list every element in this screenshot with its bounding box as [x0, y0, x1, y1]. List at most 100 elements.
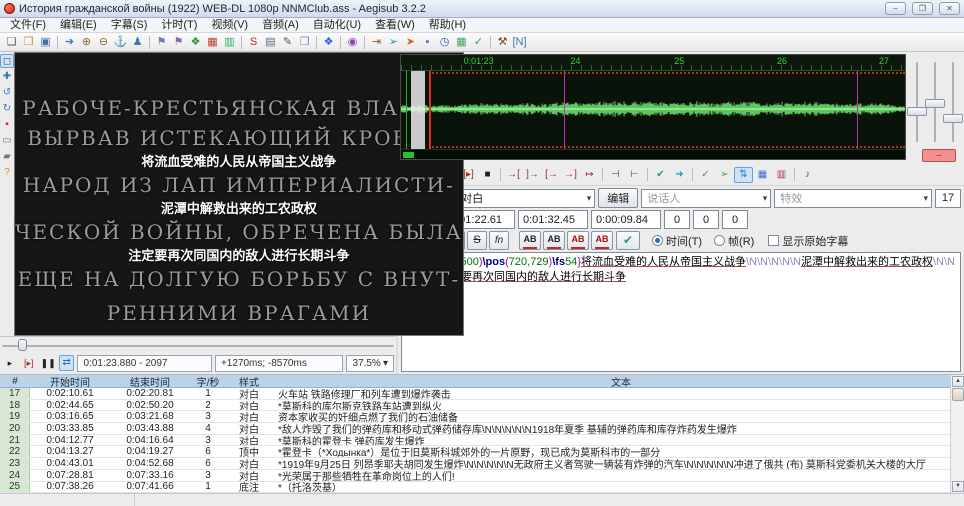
vertical-zoom-thumb[interactable] [925, 99, 945, 108]
grid-cell-style[interactable]: 顶中 [226, 446, 272, 457]
grid-cell-style[interactable]: 对白 [226, 388, 272, 399]
table-row[interactable]: 180:02:44.650:02:50.202对白*莫斯科的库尔斯克铁路车站遭到… [0, 400, 964, 412]
joystick-icon[interactable]: ♟ [129, 34, 146, 50]
grid-scrollbar[interactable]: ▲ ▼ [950, 375, 964, 493]
flag-icon-2[interactable]: ⚑ [170, 34, 187, 50]
restore-button[interactable]: ❐ [912, 2, 933, 15]
grid-cell-style[interactable]: 对白 [226, 470, 272, 481]
grid-cell-num[interactable]: 17 [0, 388, 30, 399]
karaoke-icon[interactable]: ♪ [798, 167, 817, 183]
volume-slider[interactable] [952, 62, 954, 142]
video-seek-bar[interactable] [0, 336, 396, 352]
grid-cell-style[interactable]: 对白 [226, 458, 272, 469]
anchor-icon[interactable]: ⚓ [112, 34, 129, 50]
lead-in-icon[interactable]: ⊣ [606, 167, 625, 183]
pause-button[interactable]: ❚❚ [40, 355, 56, 371]
grid-cell-style[interactable]: 对白 [226, 400, 272, 411]
grid-cell-end[interactable]: 0:02:50.20 [110, 400, 190, 411]
spectrum-toggle-icon[interactable]: ▦ [753, 167, 772, 183]
grid-cell-end[interactable]: 0:03:43.88 [110, 423, 190, 434]
play-button[interactable]: ▸ [2, 355, 18, 371]
grid-cell-end[interactable]: 0:07:33.16 [110, 470, 190, 481]
play-500-after-icon[interactable]: ]→ [523, 167, 542, 183]
menu-item[interactable]: 帮助(H) [422, 18, 473, 33]
jump-to-icon[interactable]: ➜ [61, 34, 78, 50]
grid-cell-text[interactable]: *莫斯科的库尔斯克铁路车站遭到纵火 [272, 400, 964, 411]
attachments-icon[interactable]: ▦ [204, 34, 221, 50]
rotate-xy-tool-icon[interactable]: ↻ [0, 102, 14, 116]
grid-cell-text[interactable]: 资本家收买的奸细点燃了我们的石油储备 [272, 411, 964, 422]
play-last-500-icon[interactable]: →] [561, 167, 580, 183]
styles-manager-icon[interactable]: ❖ [187, 34, 204, 50]
grid-cell-end[interactable]: 0:02:20.81 [110, 388, 190, 399]
time-radio[interactable] [652, 235, 663, 246]
table-row[interactable]: 240:07:28.810:07:33.163对白*光荣属于那些牺牲在革命岗位上… [0, 470, 964, 482]
scroll-down-icon[interactable]: ▼ [952, 481, 964, 492]
horizontal-zoom-thumb[interactable] [907, 107, 927, 116]
grid-cell-num[interactable]: 20 [0, 423, 30, 434]
grid-column-header[interactable]: 字/秒 [190, 375, 226, 387]
subtitle-text-editor[interactable]: {\fade(700,500)\pos(720,729)\fs54}将流血受难的… [401, 252, 961, 372]
styling-assistant-icon[interactable]: S [245, 34, 262, 50]
grid-cell-text[interactable]: 火车站 铁路修理厂和列车遭到爆炸袭击 [272, 388, 964, 399]
commit-icon[interactable]: ✔ [651, 167, 670, 183]
rotate-z-tool-icon[interactable]: ↺ [0, 86, 14, 100]
grid-cell-style[interactable]: 对白 [226, 435, 272, 446]
video-display[interactable]: РАБОЧЕ-КРЕСТЬЯНСКАЯ ВЛАСТЬ,ВЫРВАВ ИСТЕКА… [14, 52, 464, 336]
pencil-icon[interactable]: ✎ [279, 34, 296, 50]
grid-cell-text[interactable]: *1919年9月25日 列昂季耶夫胡同发生爆炸\N\N\N\N\N无政府主义者驾… [272, 458, 964, 469]
hammer-icon[interactable]: ⚒ [494, 34, 511, 50]
grid-cell-num[interactable]: 18 [0, 400, 30, 411]
grid-cell-start[interactable]: 0:07:38.26 [30, 482, 110, 493]
grid-cell-cps[interactable]: 1 [190, 482, 226, 493]
translation-assistant-icon[interactable]: ▤ [262, 34, 279, 50]
grid-cell-num[interactable]: 19 [0, 411, 30, 422]
grid-cell-start[interactable]: 0:03:33.85 [30, 423, 110, 434]
auto-commit-icon[interactable]: ✓ [696, 167, 715, 183]
menu-item[interactable]: 字幕(S) [104, 18, 155, 33]
duration-field[interactable]: 0:00:09.84 [591, 210, 661, 229]
grid-cell-end[interactable]: 0:03:21.68 [110, 411, 190, 422]
grid-column-header[interactable]: # [0, 375, 30, 387]
table-row[interactable]: 170:02:10.610:02:20.811对白火车站 铁路修理厂和列车遭到爆… [0, 388, 964, 400]
margin-right-field[interactable]: 0 [693, 210, 719, 229]
play-to-end-icon[interactable]: ↦ [580, 167, 599, 183]
link-sliders-button[interactable]: ⌣ [922, 149, 956, 162]
table-row[interactable]: 210:04:12.770:04:16.643对白*莫斯科的霍登卡 弹药库发生爆… [0, 435, 964, 447]
help-icon[interactable]: ? [0, 166, 14, 180]
save-icon[interactable]: ▣ [37, 34, 54, 50]
clip-tool-icon[interactable]: ▭ [0, 134, 14, 148]
menu-item[interactable]: 视频(V) [204, 18, 255, 33]
menu-item[interactable]: 音频(A) [255, 18, 306, 33]
menu-item[interactable]: 文件(F) [3, 18, 53, 33]
grid-cell-cps[interactable]: 3 [190, 435, 226, 446]
lead-out-icon[interactable]: ⊢ [625, 167, 644, 183]
scale-tool-icon[interactable]: ▪ [0, 118, 14, 132]
kanji-timer-icon[interactable]: ◉ [344, 34, 361, 50]
table-row[interactable]: 250:07:38.260:07:41.661底注*（托洛茨基） [0, 482, 964, 494]
font-name-button[interactable]: fn [489, 231, 509, 250]
grid-scroll-thumb[interactable] [952, 388, 964, 401]
auto-scroll-icon[interactable]: ⇅ [734, 167, 753, 183]
end-time-field[interactable]: 0:01:32.45 [518, 210, 588, 229]
grid-cell-start[interactable]: 0:04:12.77 [30, 435, 110, 446]
grid-cell-end[interactable]: 0:04:52.68 [110, 458, 190, 469]
grid-cell-start[interactable]: 0:04:13.27 [30, 446, 110, 457]
grid-cell-start[interactable]: 0:07:28.81 [30, 470, 110, 481]
new-file-icon[interactable]: ❏ [3, 34, 20, 50]
drag-tool-icon[interactable]: ✚ [0, 70, 14, 84]
grid-cell-num[interactable]: 25 [0, 482, 30, 493]
commit-button[interactable]: ✔ [616, 231, 640, 250]
magnifier-plus-icon[interactable]: ⊕ [78, 34, 95, 50]
selection-start-marker[interactable] [429, 71, 431, 149]
cursor-tool-icon[interactable]: ◻ [0, 54, 14, 68]
shift-times-icon[interactable]: ⇥ [368, 34, 385, 50]
open-folder-icon[interactable]: ❒ [20, 34, 37, 50]
play-line-button[interactable]: [▸] [21, 355, 37, 371]
grid-cell-num[interactable]: 21 [0, 435, 30, 446]
audio-scroll-thumb[interactable] [403, 152, 414, 158]
grid-cell-cps[interactable]: 6 [190, 458, 226, 469]
grid-cell-num[interactable]: 24 [0, 470, 30, 481]
table-row[interactable]: 220:04:13.270:04:19.276顶中*霍登卡（*Ходынка*）… [0, 446, 964, 458]
play-first-500-icon[interactable]: [→ [542, 167, 561, 183]
